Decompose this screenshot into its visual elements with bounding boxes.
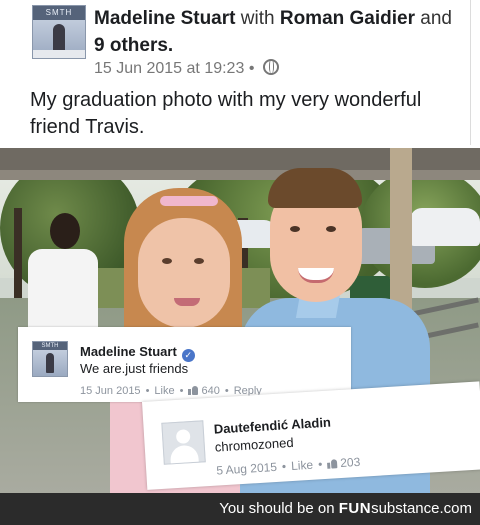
commenter-name-link[interactable]: Dautefendić Aladin (213, 415, 331, 437)
avatar-silhouette-head (175, 429, 191, 444)
author-name-link[interactable]: Madeline Stuart (94, 8, 235, 29)
boy-eye (290, 226, 300, 232)
thumbs-up-icon (188, 386, 199, 395)
meta-dot: • (145, 385, 150, 397)
avatar-tag: SMTH (33, 342, 67, 350)
boy-eye (326, 226, 336, 232)
and-word: and (420, 8, 452, 29)
meta-dot: • (248, 60, 255, 77)
watermark-brand-rest: substance (371, 500, 440, 517)
boy-hair (268, 168, 362, 208)
girl-eye (194, 258, 204, 264)
watermark-bar: You should be on FUNsubstance.com (0, 493, 480, 525)
post-text: My graduation photo with my very wonderf… (30, 89, 422, 138)
girl-headband (160, 196, 218, 206)
avatar-figure (46, 353, 54, 373)
girl-eye (162, 258, 172, 264)
comment-text: chromozoned (214, 434, 294, 455)
watermark-suffix: .com (439, 500, 472, 517)
comment-text: We are.just friends (80, 361, 189, 376)
tagged-name-link[interactable]: Roman Gaidier (280, 8, 415, 29)
avatar-tag: SMTH (33, 6, 85, 20)
comment-meta: 15 Jun 2015 • Like • 640 • Reply (80, 385, 262, 397)
comment-card: SMTH Madeline Stuart ✓ We are.just friend… (18, 327, 351, 402)
girl-mouth (174, 298, 200, 306)
globe-icon[interactable] (262, 59, 279, 75)
like-link[interactable]: Like (154, 385, 174, 397)
with-word: with (240, 8, 275, 29)
avatar-silhouette-body (169, 444, 199, 465)
others-link[interactable]: 9 others. (94, 35, 173, 56)
comment-date[interactable]: 15 Jun 2015 (80, 385, 141, 397)
meta-dot: • (179, 385, 184, 397)
girl-face (138, 218, 230, 328)
divider (470, 0, 471, 145)
post-header: SMTH Madeline Stuart with Roman Gaidier … (0, 0, 480, 148)
comment-date[interactable]: 5 Aug 2015 (216, 460, 277, 478)
commenter-avatar[interactable]: SMTH (32, 341, 68, 377)
watermark-text[interactable]: You should be on FUNsubstance.com (219, 493, 472, 525)
commenter-name-link[interactable]: Madeline Stuart (80, 344, 177, 359)
post-timestamp[interactable]: 15 Jun 2015 at 19:23 (94, 60, 244, 77)
post-meta: 15 Jun 2015 at 19:23 • (94, 59, 279, 79)
meta-dot: • (281, 459, 287, 474)
commenter-name: Madeline Stuart ✓ (80, 344, 195, 362)
comment-meta: 5 Aug 2015 • Like • 203 (216, 455, 361, 478)
author-avatar[interactable]: SMTH (32, 5, 86, 59)
post-author-line: Madeline Stuart with Roman Gaidier and 9… (94, 5, 464, 59)
watermark-prefix: You should be on (219, 500, 339, 517)
thumbs-up-icon (327, 459, 338, 469)
person-head (50, 213, 80, 249)
reaction-count[interactable]: 203 (340, 455, 361, 470)
like-link[interactable]: Like (291, 458, 314, 473)
reaction-count[interactable]: 640 (201, 385, 219, 397)
meta-dot: • (317, 457, 323, 472)
avatar-floor (33, 50, 85, 58)
watermark-brand-bold: FUN (338, 500, 372, 517)
default-avatar-icon[interactable] (161, 420, 206, 465)
meta-dot: • (224, 385, 229, 397)
